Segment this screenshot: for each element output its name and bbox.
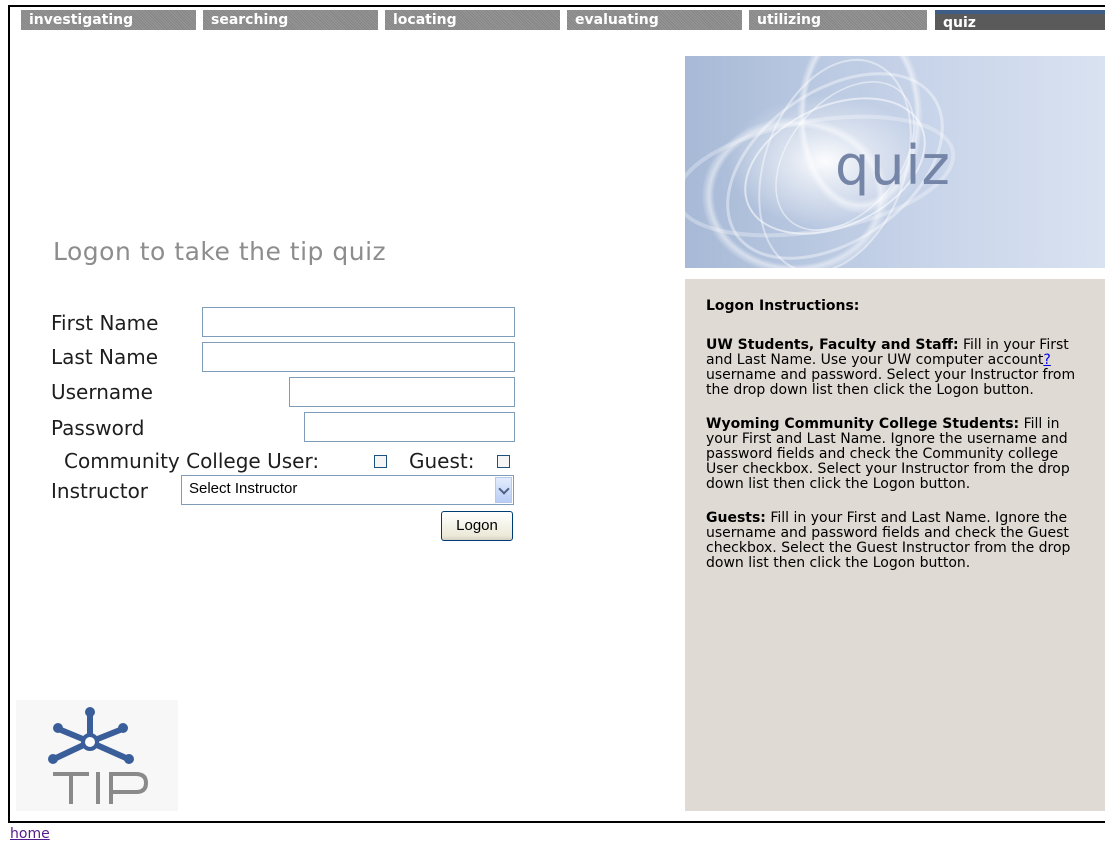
first-name-label: First Name — [51, 311, 159, 335]
username-label: Username — [51, 380, 153, 404]
guest-checkbox[interactable] — [497, 455, 510, 468]
nav-tab-evaluating[interactable]: evaluating — [567, 10, 742, 36]
logon-instructions-panel: Logon Instructions: UW Students, Faculty… — [685, 279, 1105, 811]
nav-tab-locating[interactable]: locating — [385, 10, 560, 36]
computer-account-help-link[interactable]: ? — [1043, 352, 1050, 368]
nav-tab-utilizing[interactable]: utilizing — [749, 10, 927, 36]
tip-wordmark — [53, 772, 149, 804]
uw-instructions-title: UW Students, Faculty and Staff: — [706, 337, 959, 353]
guest-instructions-title: Guests: — [706, 510, 766, 526]
community-college-label: Community College User: — [64, 449, 320, 473]
community-college-checkbox[interactable] — [374, 455, 387, 468]
password-label: Password — [51, 416, 145, 440]
instructor-selected-value: Select Instructor — [189, 480, 298, 497]
instructor-select[interactable]: Select Instructor — [181, 475, 514, 505]
guest-label: Guest: — [409, 449, 475, 473]
guest-instructions: Guests: Fill in your First and Last Name… — [706, 511, 1091, 571]
chevron-down-icon[interactable] — [495, 477, 512, 503]
home-link[interactable]: home — [10, 826, 50, 842]
first-name-field[interactable] — [202, 307, 515, 337]
username-field[interactable] — [289, 377, 515, 407]
nav-tab-investigating[interactable]: investigating — [21, 10, 196, 36]
uw-instructions-text-continued: username and password. Select your Instr… — [706, 367, 1076, 398]
wcc-instructions: Wyoming Community College Students: Fill… — [706, 417, 1091, 492]
wcc-instructions-title: Wyoming Community College Students: — [706, 416, 1020, 432]
quiz-header-image: quiz — [685, 56, 1105, 268]
password-field[interactable] — [304, 412, 515, 442]
nav-tab-quiz[interactable]: quiz — [935, 10, 1105, 36]
tip-logo — [16, 700, 178, 811]
page-title: Logon to take the tip quiz — [53, 237, 387, 266]
uw-instructions: UW Students, Faculty and Staff: Fill in … — [706, 338, 1091, 398]
last-name-label: Last Name — [51, 345, 159, 369]
logon-button[interactable]: Logon — [441, 511, 513, 541]
last-name-field[interactable] — [202, 342, 515, 372]
instructions-heading: Logon Instructions: — [706, 298, 860, 314]
nav-tab-searching[interactable]: searching — [203, 10, 378, 36]
quiz-header-word: quiz — [835, 134, 951, 197]
instructor-label: Instructor — [51, 479, 149, 503]
